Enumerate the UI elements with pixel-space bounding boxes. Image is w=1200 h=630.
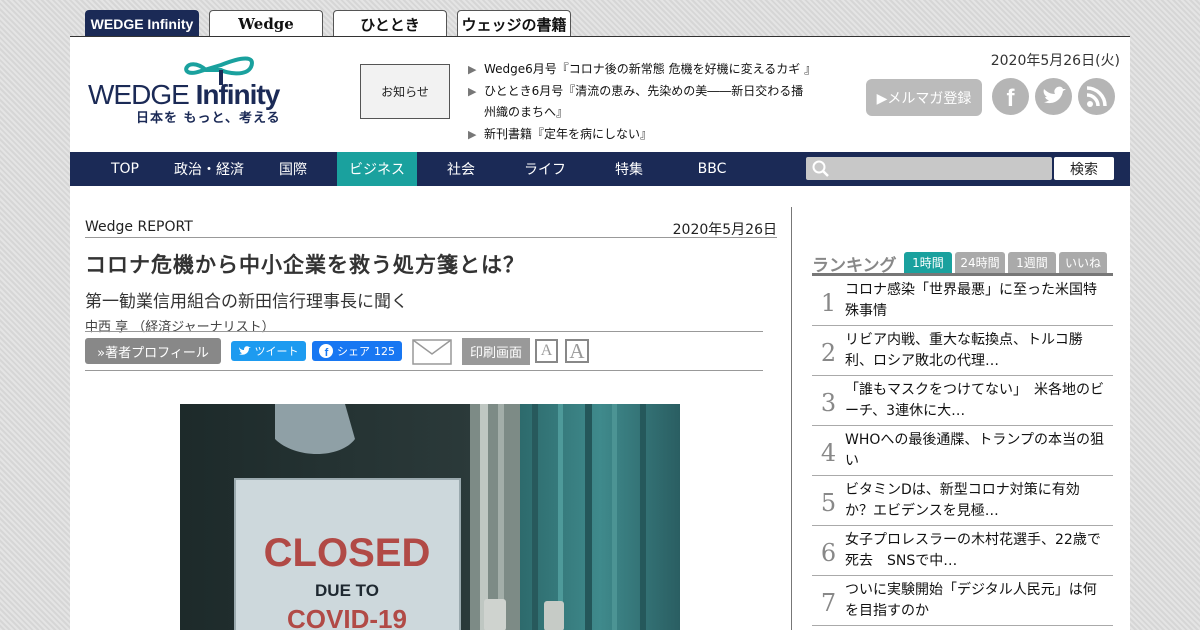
page-container: WEDGE Infinity 日本を もっと、考える お知らせ ▶ Wedge6月… — [70, 36, 1130, 630]
column-divider — [791, 207, 792, 630]
ranking-number: 1 — [820, 288, 837, 317]
mail-icon[interactable] — [412, 339, 452, 365]
article-category[interactable]: Wedge REPORT — [85, 219, 193, 235]
photo-sign-due-to: DUE TO — [315, 581, 379, 600]
ranking-item[interactable]: 5 ビタミンDは、新型コロナ対策に有効か？エビデンスを見極… — [812, 476, 1113, 526]
main-nav: TOP 政治・経済 国際 ビジネス 社会 ライフ 特集 BBC 検索 — [70, 152, 1130, 186]
ranking-sidebar: ランキング 1時間 24時間 1週間 いいね 1 コロナ感染「世界最悪」に至った米… — [812, 251, 1113, 626]
twitter-bird-icon — [238, 346, 251, 355]
article-subheadline: 第一勧業信用組合の新田信行理事長に聞く — [85, 292, 408, 312]
twitter-icon[interactable] — [1035, 78, 1072, 115]
news-list: ▶ Wedge6月号『コロナ後の新常態 危機を好機に変えるカギ 』 ▶ ひととき6月… — [468, 59, 816, 146]
photo-sign-covid: COVID-19 — [287, 604, 407, 630]
font-small-button[interactable]: A — [535, 339, 558, 363]
ranking-tab-1hour[interactable]: 1時間 — [904, 252, 952, 273]
article-headline: コロナ危機から中小企業を救う処方箋とは？ — [85, 253, 525, 277]
ranking-number: 6 — [820, 538, 837, 567]
triangle-bullet-icon: ▶ — [468, 63, 477, 76]
site-logo[interactable]: WEDGE Infinity 日本を もっと、考える — [88, 55, 338, 127]
nav-item-bbc[interactable]: BBC — [682, 152, 742, 186]
svg-text:f: f — [325, 347, 329, 358]
logo-wedge-text: WEDGE — [88, 79, 190, 110]
current-date: 2020年5月26日(火) — [990, 53, 1120, 69]
article-date: 2020年5月26日 — [672, 222, 777, 238]
nav-item-politics-economy[interactable]: 政治・経済 — [166, 152, 252, 186]
font-large-button[interactable]: A — [565, 339, 589, 363]
logo-infinity-text: Infinity — [195, 79, 281, 110]
ranking-header: ランキング 1時間 24時間 1週間 いいね — [812, 251, 1113, 276]
news-item[interactable]: ▶ ひととき6月号『清流の恵み、先染めの美――新日交わる播州織のまちへ』 — [468, 81, 813, 123]
nav-item-life[interactable]: ライフ — [514, 152, 576, 186]
news-item[interactable]: ▶ Wedge6月号『コロナ後の新常態 危機を好機に変えるカギ 』 — [468, 59, 816, 80]
tweet-label: ツイート — [254, 345, 299, 358]
search-input[interactable] — [806, 157, 1052, 180]
newsletter-button[interactable]: ▶メルマガ登録 — [866, 79, 982, 116]
ranking-link[interactable]: ビタミンDは、新型コロナ対策に有効か？エビデンスを見極… — [845, 480, 1105, 522]
ranking-item[interactable]: 3 「誰もマスクをつけてない」 米各地のビーチ、3連休に大… — [812, 376, 1113, 426]
nav-item-society[interactable]: 社会 — [433, 152, 489, 186]
search-button[interactable]: 検索 — [1054, 157, 1114, 180]
ranking-number: 2 — [820, 338, 837, 367]
ranking-number: 3 — [820, 388, 837, 417]
facebook-icon[interactable]: f — [992, 78, 1029, 115]
svg-text:f: f — [1007, 85, 1016, 112]
news-item[interactable]: ▶ 新刊書籍『定年を病にしない』 — [468, 124, 813, 145]
nav-item-international[interactable]: 国際 — [266, 152, 320, 186]
facebook-icon: f — [319, 344, 333, 358]
tab-wedge-books[interactable]: ウェッジの書籍 — [457, 10, 571, 37]
tab-hitotoki[interactable]: ひととき — [333, 10, 447, 37]
triangle-bullet-icon: ▶ — [468, 85, 477, 98]
share-count: 125 — [374, 344, 395, 358]
search-icon — [812, 160, 829, 177]
ranking-link[interactable]: 「誰もマスクをつけてない」 米各地のビーチ、3連休に大… — [845, 380, 1105, 422]
triangle-bullet-icon: ▶ — [468, 128, 477, 141]
ranking-tab-likes[interactable]: いいね — [1059, 252, 1107, 273]
tab-wedge[interactable]: Wedge — [209, 10, 323, 37]
author-profile-button[interactable]: »著者プロフィール — [85, 338, 221, 364]
print-button[interactable]: 印刷画面 — [462, 338, 530, 365]
ranking-number: 7 — [820, 588, 837, 617]
ranking-item[interactable]: 4 WHOへの最後通牒、トランプの本当の狙い — [812, 426, 1113, 476]
article: Wedge REPORT 2020年5月26日 コロナ危機から中小企業を救う処方… — [85, 207, 777, 630]
ranking-item[interactable]: 1 コロナ感染「世界最悪」に至った米国特殊事情 — [812, 276, 1113, 326]
photo-sign-closed: CLOSED — [264, 531, 431, 575]
article-photo: CLOSED DUE TO COVID-19 — [180, 404, 680, 630]
ranking-tab-24hours[interactable]: 24時間 — [955, 252, 1005, 273]
article-meta: Wedge REPORT 2020年5月26日 — [85, 207, 777, 238]
logo-tagline: 日本を もっと、考える — [136, 111, 281, 126]
news-item-text[interactable]: 新刊書籍『定年を病にしない』 — [484, 124, 652, 145]
share-label: シェア — [337, 345, 370, 358]
tab-wedge-infinity[interactable]: WEDGE Infinity — [85, 10, 199, 37]
rss-icon[interactable] — [1078, 78, 1115, 115]
share-bar: »著者プロフィール ツイート f シェア 125 印刷画面 A A — [85, 331, 763, 371]
ranking-item[interactable]: 7 ついに実験開始「デジタル人民元」は何を目指すのか — [812, 576, 1113, 626]
ranking-number: 4 — [820, 438, 837, 467]
notice-box[interactable]: お知らせ — [360, 64, 450, 119]
ranking-number: 5 — [820, 488, 837, 517]
ranking-title: ランキング — [812, 256, 897, 276]
nav-item-special[interactable]: 特集 — [601, 152, 657, 186]
tweet-button[interactable]: ツイート — [231, 341, 306, 361]
ranking-item[interactable]: 2 リビア内戦、重大な転換点、トルコ勝利、ロシア敗北の代理… — [812, 326, 1113, 376]
news-item-text[interactable]: ひととき6月号『清流の恵み、先染めの美――新日交わる播州織のまちへ』 — [484, 81, 813, 123]
ranking-tab-1week[interactable]: 1週間 — [1008, 252, 1056, 273]
ranking-link[interactable]: WHOへの最後通牒、トランプの本当の狙い — [845, 430, 1105, 472]
ranking-link[interactable]: 女子プロレスラーの木村花選手、22歳で死去 SNSで中… — [845, 530, 1105, 572]
ranking-link[interactable]: リビア内戦、重大な転換点、トルコ勝利、ロシア敗北の代理… — [845, 330, 1105, 372]
closed-sign-photo: CLOSED DUE TO COVID-19 — [180, 404, 680, 630]
nav-item-top[interactable]: TOP — [100, 152, 150, 186]
ranking-link[interactable]: コロナ感染「世界最悪」に至った米国特殊事情 — [845, 280, 1105, 322]
nav-item-business[interactable]: ビジネス — [337, 152, 417, 186]
ranking-item[interactable]: 6 女子プロレスラーの木村花選手、22歳で死去 SNSで中… — [812, 526, 1113, 576]
ranking-link[interactable]: ついに実験開始「デジタル人民元」は何を目指すのか — [845, 580, 1105, 622]
news-item-text[interactable]: Wedge6月号『コロナ後の新常態 危機を好機に変えるカギ 』 — [484, 59, 816, 80]
facebook-share-button[interactable]: f シェア 125 — [312, 341, 402, 361]
